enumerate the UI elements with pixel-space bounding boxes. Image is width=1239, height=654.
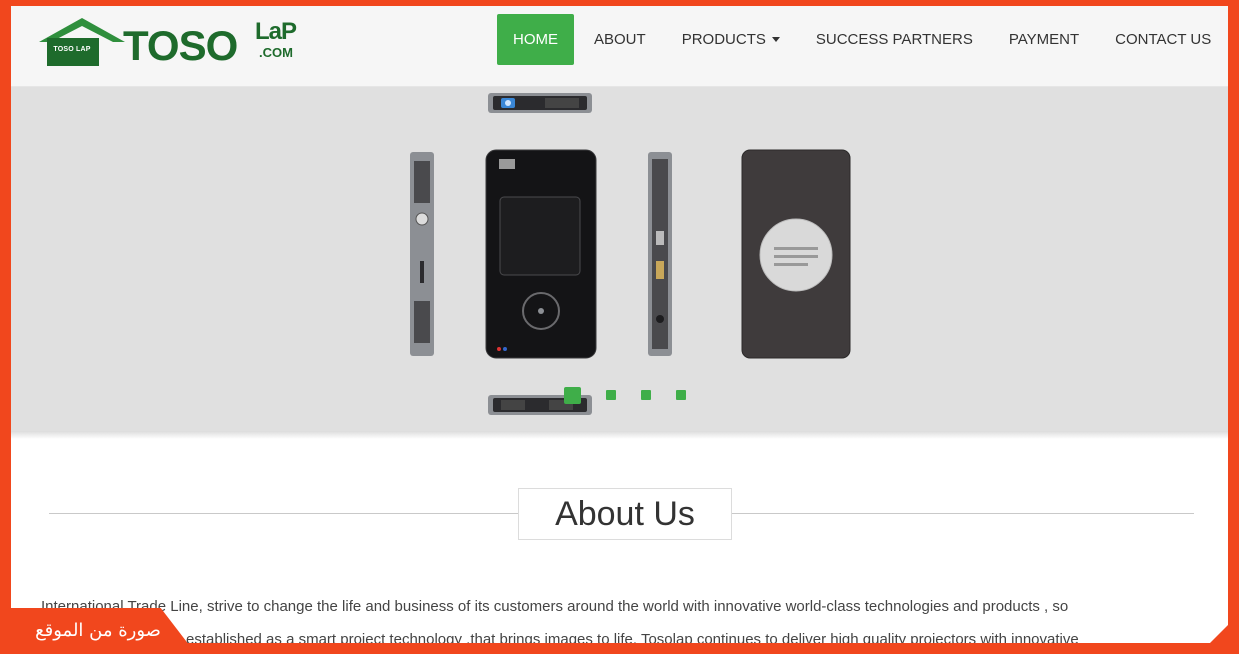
nav-products[interactable]: PRODUCTS xyxy=(666,14,796,65)
logo-wordmark: TOSO xyxy=(123,22,238,69)
nav-about[interactable]: ABOUT xyxy=(578,14,662,65)
about-heading-row: About Us xyxy=(11,486,1228,542)
nav-home-label: HOME xyxy=(513,31,558,48)
projector-front-view-image xyxy=(485,149,597,359)
caret-down-icon xyxy=(771,37,780,42)
screenshot-frame: TOSO LAP TOSO LaP .COM HOME ABOUT PRODUC… xyxy=(0,0,1239,654)
hero-slider xyxy=(11,87,1228,431)
projector-side-view-image xyxy=(410,152,434,356)
site-logo[interactable]: TOSO LAP TOSO LaP .COM xyxy=(37,14,307,74)
slider-dot-2[interactable] xyxy=(606,390,616,400)
site-header: TOSO LAP TOSO LaP .COM HOME ABOUT PRODUC… xyxy=(11,6,1228,87)
about-text-line-2: established as a smart project technolog… xyxy=(186,631,1079,648)
projector-back-view-image xyxy=(741,149,851,359)
slider-dot-1[interactable] xyxy=(564,386,581,404)
about-paragraph: International Trade Line, strive to chan… xyxy=(41,590,1211,648)
nav-payment[interactable]: PAYMENT xyxy=(993,14,1095,65)
projector-top-view-image xyxy=(488,93,592,113)
nav-success-partners[interactable]: SUCCESS PARTNERS xyxy=(800,14,989,65)
slider-dot-4[interactable] xyxy=(676,390,686,400)
logo-superscript: LaP xyxy=(255,18,297,45)
heading-rule-left xyxy=(49,513,518,514)
about-title: About Us xyxy=(518,488,732,540)
nav-products-label: PRODUCTS xyxy=(681,31,766,48)
nav-contact-us-label: CONTACT US xyxy=(1115,31,1212,48)
logo-domain: .COM xyxy=(259,45,293,60)
nav-success-partners-label: SUCCESS PARTNERS xyxy=(815,31,973,48)
about-text-line-1: International Trade Line, strive to chan… xyxy=(41,598,1069,615)
projector-port-view-image xyxy=(648,152,672,356)
main-nav: HOME ABOUT PRODUCTS SUCCESS PARTNERS PAY… xyxy=(497,14,1228,65)
nav-payment-label: PAYMENT xyxy=(1008,31,1080,48)
hero-divider xyxy=(11,431,1228,439)
nav-home[interactable]: HOME xyxy=(497,14,574,65)
logo-badge: TOSO LAP xyxy=(51,40,93,60)
slider-pagination xyxy=(564,386,711,404)
heading-rule-right xyxy=(732,513,1194,514)
nav-contact-us[interactable]: CONTACT US xyxy=(1099,14,1227,65)
slider-dot-3[interactable] xyxy=(641,390,651,400)
nav-about-label: ABOUT xyxy=(594,31,646,48)
corner-accent xyxy=(1199,614,1239,654)
